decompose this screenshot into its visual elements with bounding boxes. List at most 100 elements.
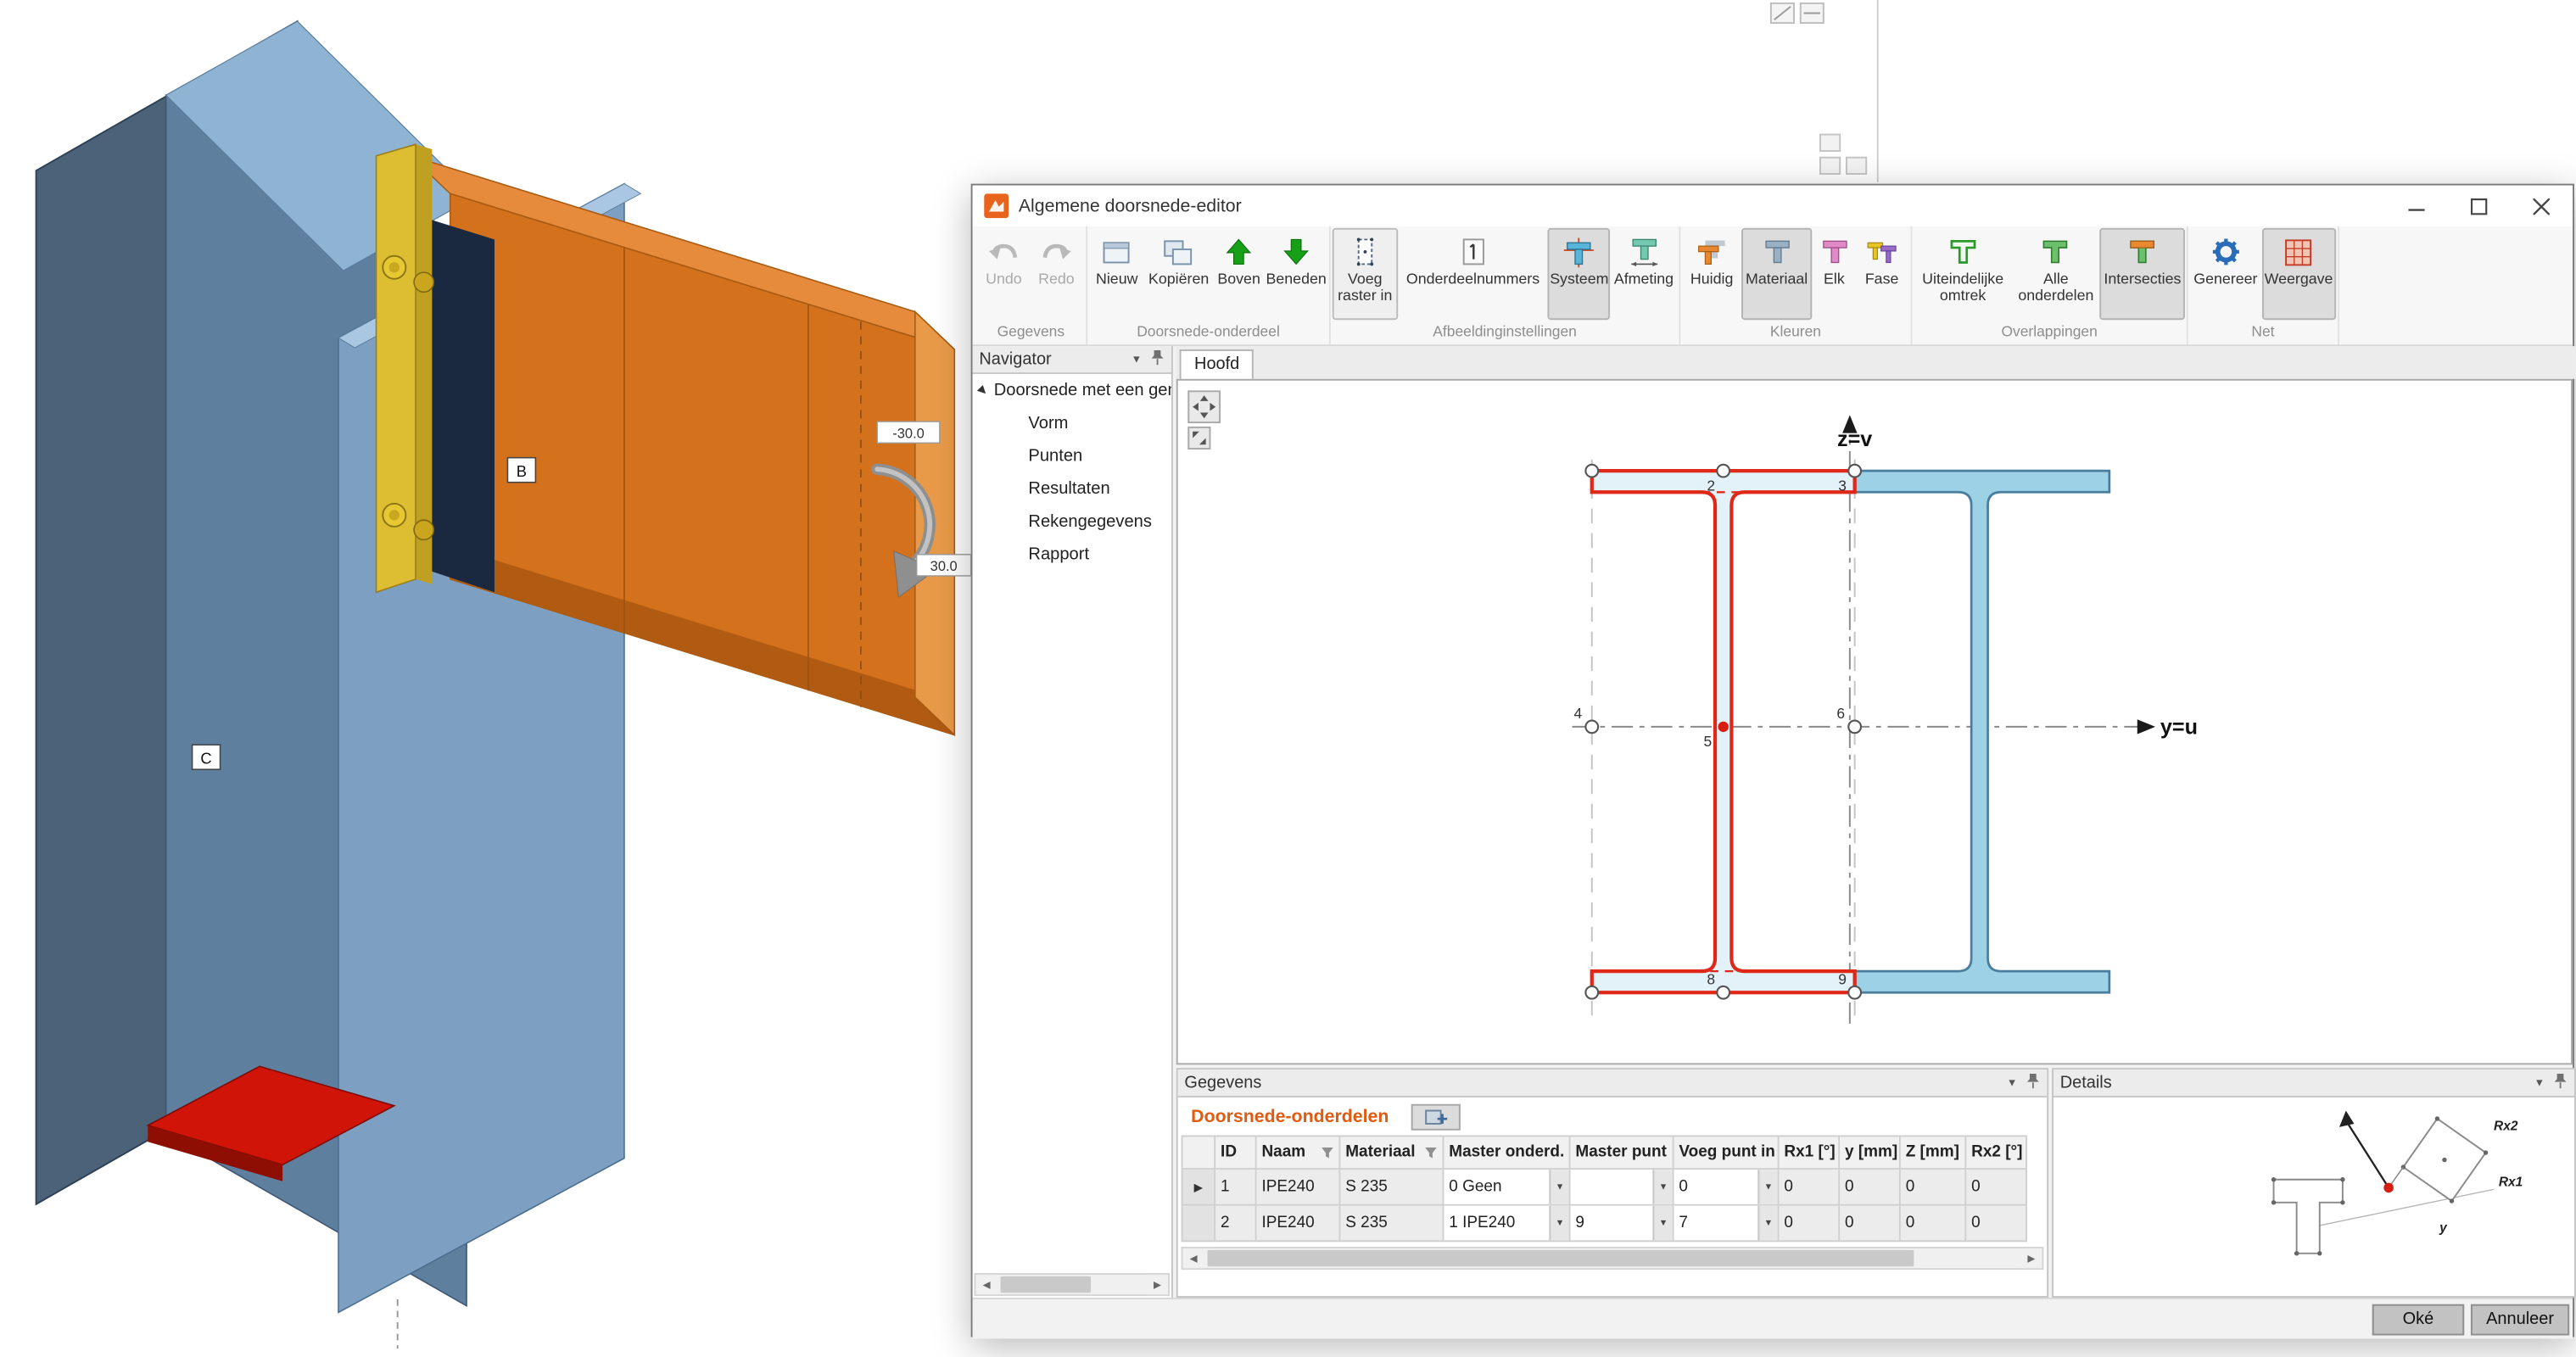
- undo-icon: [986, 233, 1022, 271]
- header-selector[interactable]: [1182, 1136, 1215, 1170]
- master-punt-dropdown[interactable]: 9▼: [1571, 1206, 1674, 1243]
- systeem-button[interactable]: Systeem: [1548, 228, 1610, 320]
- scroll-left-icon[interactable]: ◀: [1182, 1248, 1204, 1268]
- table-row[interactable]: ▶ 1 IPE240 S 235 0 Geen▼ ▼ 0▼ 0 0 0 0: [1182, 1170, 2027, 1206]
- elk-button[interactable]: Elk: [1812, 228, 1856, 320]
- master-punt-dropdown[interactable]: ▼: [1571, 1170, 1674, 1206]
- alle-onderdelen-button[interactable]: Alle onderdelen: [2012, 228, 2100, 320]
- point-marker[interactable]: [1848, 986, 1861, 999]
- part-numbers-icon: [1455, 233, 1491, 271]
- ok-button[interactable]: Oké: [2372, 1304, 2464, 1336]
- voeg-raster-in-button[interactable]: Voeg raster in: [1333, 228, 1398, 320]
- boven-button[interactable]: Boven: [1213, 228, 1265, 320]
- chevron-down-icon[interactable]: ▼: [2007, 1077, 2017, 1089]
- add-section-part-button[interactable]: [1411, 1103, 1461, 1130]
- background-toolbar-fragment: [1768, 0, 1880, 184]
- chevron-down-icon[interactable]: ▼: [1132, 354, 1142, 366]
- filter-icon: [1321, 1146, 1333, 1159]
- genereer-button[interactable]: Genereer: [2190, 228, 2261, 320]
- zoom-fit-button[interactable]: [1187, 427, 1210, 450]
- end-plate[interactable]: [377, 144, 434, 592]
- header-id[interactable]: ID: [1215, 1136, 1256, 1170]
- maximize-button[interactable]: [2448, 186, 2511, 226]
- current-row-indicator[interactable]: ▶: [1182, 1170, 1215, 1206]
- tree-item-vorm[interactable]: Vorm: [973, 407, 1171, 440]
- close-button[interactable]: [2510, 186, 2573, 226]
- ribbon-group-afbeeldinginstellingen: Voeg raster in Onderdeelnummers Systeem …: [1331, 226, 1681, 344]
- dimension-top: -30.0: [877, 422, 940, 443]
- onderdeelnummers-button[interactable]: Onderdeelnummers: [1398, 228, 1548, 320]
- table-row[interactable]: 2 IPE240 S 235 1 IPE240▼ 9▼ 7▼ 0 0 0 0: [1182, 1206, 2027, 1243]
- master-onderd-dropdown[interactable]: 1 IPE240▼: [1444, 1206, 1570, 1243]
- undo-button[interactable]: Undo: [977, 228, 1030, 320]
- tree-item-rapport[interactable]: Rapport: [973, 538, 1171, 571]
- intersecties-button[interactable]: Intersecties: [2100, 228, 2185, 320]
- afmeting-button[interactable]: Afmeting: [1610, 228, 1677, 320]
- table-header-row: ID Naam Materiaal Master onderd. Master …: [1182, 1136, 2027, 1170]
- pin-icon[interactable]: [2553, 1072, 2568, 1093]
- weergave-button[interactable]: Weergave: [2261, 228, 2336, 320]
- point-marker[interactable]: [1585, 986, 1598, 999]
- member-label-c[interactable]: C: [193, 745, 221, 769]
- point-marker[interactable]: [1585, 721, 1598, 734]
- pin-icon[interactable]: [2026, 1072, 2040, 1093]
- scroll-right-icon[interactable]: ▶: [2020, 1248, 2042, 1268]
- point-marker[interactable]: [1585, 465, 1598, 477]
- header-z[interactable]: Z [mm]: [1901, 1136, 1966, 1170]
- point-marker[interactable]: [1848, 721, 1861, 734]
- details-title: Details: [2060, 1074, 2112, 1092]
- 3d-viewport[interactable]: -30.0 30.0 B C: [0, 0, 1019, 1349]
- member-label-b[interactable]: B: [507, 458, 535, 483]
- tree-item-rekengegevens[interactable]: Rekengegevens: [973, 505, 1171, 539]
- tree-expander-icon[interactable]: ▶: [975, 383, 991, 398]
- chevron-down-icon[interactable]: ▼: [2534, 1077, 2545, 1089]
- minimize-button[interactable]: [2385, 186, 2448, 226]
- beneden-button[interactable]: Beneden: [1265, 228, 1327, 320]
- fase-button[interactable]: Fase: [1857, 228, 1908, 320]
- table-hscrollbar[interactable]: ◀ ▶: [1182, 1247, 2044, 1270]
- pin-icon[interactable]: [1150, 349, 1165, 370]
- dropdown-arrow-icon: ▼: [1652, 1170, 1672, 1204]
- tree-item-resultaten[interactable]: Resultaten: [973, 472, 1171, 505]
- master-onderd-dropdown[interactable]: 0 Geen▼: [1444, 1170, 1570, 1206]
- tab-doorsnede-onderdelen[interactable]: Doorsnede-onderdelen: [1191, 1107, 1389, 1126]
- redo-button[interactable]: Redo: [1030, 228, 1082, 320]
- uiteindelijke-omtrek-button[interactable]: Uiteindelijke omtrek: [1914, 228, 2012, 320]
- axis-y: y=u: [1573, 716, 2198, 740]
- navigator-hscrollbar[interactable]: ◀ ▶: [975, 1273, 1170, 1296]
- cancel-button[interactable]: Annuleer: [2471, 1304, 2569, 1336]
- header-materiaal[interactable]: Materiaal: [1340, 1136, 1444, 1170]
- header-y[interactable]: y [mm]: [1840, 1136, 1901, 1170]
- dialog-titlebar[interactable]: Algemene doorsnede-editor: [973, 186, 2573, 226]
- dialog-footer: Oké Annuleer: [973, 1298, 2573, 1338]
- nieuw-button[interactable]: Nieuw: [1089, 228, 1144, 320]
- gegevens-header: Gegevens ▼: [1178, 1069, 2048, 1097]
- point-marker[interactable]: [1717, 465, 1729, 477]
- kopieren-button[interactable]: Kopiëren: [1144, 228, 1213, 320]
- point-marker[interactable]: [1717, 986, 1729, 999]
- voeg-punt-dropdown[interactable]: 0▼: [1674, 1170, 1780, 1206]
- origin-point-marker[interactable]: [1718, 722, 1729, 732]
- header-master-punt[interactable]: Master punt: [1571, 1136, 1674, 1170]
- materiaal-button[interactable]: Materiaal: [1741, 228, 1812, 320]
- point-marker[interactable]: [1848, 465, 1861, 477]
- header-rx1[interactable]: Rx1 [°]: [1780, 1136, 1841, 1170]
- scroll-right-icon[interactable]: ▶: [1147, 1275, 1168, 1294]
- huidig-button[interactable]: Huidig: [1682, 228, 1741, 320]
- section-canvas[interactable]: y=u z=v: [1176, 379, 2573, 1065]
- section-part-2[interactable]: [1850, 471, 2109, 992]
- voeg-punt-dropdown[interactable]: 7▼: [1674, 1206, 1780, 1243]
- gear-icon: [2208, 233, 2244, 271]
- navigator-panel: Navigator ▼ ▶ Doorsnede met een gen Vorm…: [973, 346, 1173, 1298]
- scroll-left-icon[interactable]: ◀: [975, 1275, 997, 1294]
- tab-hoofd[interactable]: Hoofd: [1180, 349, 1254, 379]
- header-voeg-punt-in[interactable]: Voeg punt in: [1674, 1136, 1780, 1170]
- header-master-onderd[interactable]: Master onderd.: [1444, 1136, 1570, 1170]
- tree-item-root[interactable]: ▶ Doorsnede met een gen: [973, 374, 1171, 407]
- svg-text:2: 2: [1707, 477, 1715, 494]
- tree-item-punten[interactable]: Punten: [973, 439, 1171, 472]
- pan-view-button[interactable]: [1187, 390, 1221, 423]
- header-rx2[interactable]: Rx2 [°]: [1966, 1136, 2027, 1170]
- header-naam[interactable]: Naam: [1257, 1136, 1341, 1170]
- label-rx2: Rx2: [2494, 1120, 2518, 1134]
